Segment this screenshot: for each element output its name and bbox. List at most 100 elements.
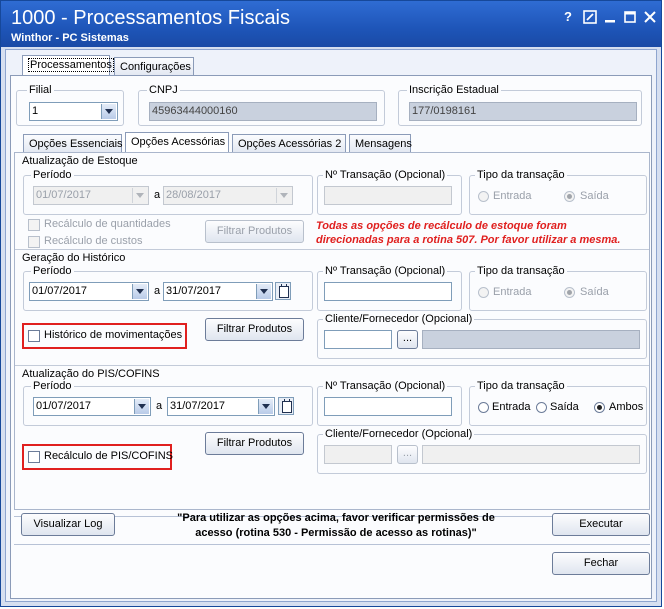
pis-cliente-name-field <box>422 445 640 464</box>
pis-periodo-label: Período <box>31 380 74 392</box>
estoque-note-line2: direcionadas para a rotina 507. Por favo… <box>316 234 621 246</box>
edit-icon[interactable] <box>581 8 599 26</box>
calendar-icon[interactable] <box>275 282 291 300</box>
estoque-periodo-label: Período <box>31 169 74 181</box>
fechar-button[interactable]: Fechar <box>552 552 650 575</box>
pis-entrada-radio[interactable] <box>478 402 489 413</box>
historico-filtrar-produtos-button[interactable]: Filtrar Produtos <box>205 318 304 341</box>
chevron-down-icon[interactable] <box>256 284 271 299</box>
estoque-section-title: Atualização de Estoque <box>22 155 138 167</box>
pis-ambos-radio[interactable] <box>594 402 605 413</box>
estoque-saida-radio <box>564 191 575 202</box>
historico-cliente-label: Cliente/Fornecedor (Opcional) <box>323 313 475 325</box>
tab-opcoes-acessorias[interactable]: Opções Acessórias <box>125 132 229 152</box>
pis-cliente-code-field <box>324 445 392 464</box>
pis-transacao-label: Nº Transação (Opcional) <box>323 380 448 392</box>
recalculo-pis-cofins-checkbox[interactable] <box>28 451 40 463</box>
visualizar-log-button[interactable]: Visualizar Log <box>21 513 115 536</box>
processamentos-panel: Filial 1 CNPJ 45963444000160 Inscrição E… <box>10 75 652 599</box>
filial-select[interactable]: 1 <box>29 102 118 121</box>
estoque-saida-label: Saída <box>580 190 609 202</box>
estoque-date-from-value: 01/07/2017 <box>36 189 92 201</box>
historico-entrada-label: Entrada <box>493 286 532 298</box>
chevron-down-icon[interactable] <box>258 399 273 414</box>
chevron-down-icon[interactable] <box>134 399 149 414</box>
historico-date-to[interactable]: 31/07/2017 <box>163 282 273 301</box>
tab-opcoes-essenciais[interactable]: Opções Essenciais <box>23 134 123 152</box>
pis-date-to[interactable]: 31/07/2017 <box>167 397 275 416</box>
historico-cliente-code-field[interactable] <box>324 330 392 349</box>
pis-transacao-field[interactable] <box>324 397 452 416</box>
pis-date-from-value: 01/07/2017 <box>36 400 92 412</box>
help-icon[interactable]: ? <box>559 8 577 26</box>
historico-movimentacoes-checkbox[interactable] <box>28 330 40 342</box>
historico-transacao-label: Nº Transação (Opcional) <box>323 265 448 277</box>
main-window: 1000 - Processamentos Fiscais Winthor - … <box>0 0 662 607</box>
window-title: 1000 - Processamentos Fiscais <box>11 7 291 29</box>
historico-tipo-label: Tipo da transação <box>475 265 567 277</box>
estoque-entrada-radio <box>478 191 489 202</box>
historico-saida-radio <box>564 287 575 298</box>
chevron-down-icon <box>276 188 291 203</box>
recalculo-quantidades-label: Recálculo de quantidades <box>44 218 171 230</box>
window-subtitle: Winthor - PC Sistemas <box>11 32 129 44</box>
close-icon[interactable] <box>641 8 659 26</box>
historico-date-from[interactable]: 01/07/2017 <box>29 282 149 301</box>
cnpj-field: 45963444000160 <box>149 102 377 121</box>
historico-date-from-value: 01/07/2017 <box>32 285 88 297</box>
pis-ambos-label[interactable]: Ambos <box>609 401 643 413</box>
pis-saida-radio[interactable] <box>536 402 547 413</box>
filial-value: 1 <box>32 105 39 117</box>
tab-processamentos[interactable]: Processamentos <box>22 55 114 75</box>
permission-message-line1: "Para utilizar as opções acima, favor ve… <box>177 512 495 524</box>
filial-label: Filial <box>27 84 54 96</box>
tab-mensagens[interactable]: Mensagens <box>349 134 412 152</box>
estoque-note-line1: Todas as opções de recálculo de estoque … <box>316 220 567 232</box>
pis-filtrar-produtos-button[interactable]: Filtrar Produtos <box>205 432 304 455</box>
historico-section-title: Geração do Histórico <box>22 252 126 264</box>
inscricao-label: Inscrição Estadual <box>407 84 501 96</box>
estoque-filtrar-produtos-button: Filtrar Produtos <box>205 220 304 243</box>
divider <box>15 365 649 366</box>
recalculo-custos-label: Recálculo de custos <box>44 235 143 247</box>
pis-cliente-label: Cliente/Fornecedor (Opcional) <box>323 428 475 440</box>
calendar-icon[interactable] <box>278 397 294 415</box>
recalculo-custos-checkbox <box>28 236 40 248</box>
title-bar: 1000 - Processamentos Fiscais Winthor - … <box>1 1 661 47</box>
estoque-date-to-value: 28/08/2017 <box>166 189 222 201</box>
recalculo-pis-cofins-label[interactable]: Recálculo de PIS/COFINS <box>44 450 173 462</box>
pis-cliente-search-button: ... <box>397 445 418 464</box>
historico-movimentacoes-label[interactable]: Histórico de movimentações <box>44 329 182 341</box>
maximize-icon[interactable] <box>621 8 639 26</box>
tab-opcoes-acessorias-2[interactable]: Opções Acessórias 2 <box>232 134 346 152</box>
pis-saida-label[interactable]: Saída <box>550 401 579 413</box>
estoque-transacao-label: Nº Transação (Opcional) <box>323 169 448 181</box>
historico-date-to-value: 31/07/2017 <box>166 285 222 297</box>
chevron-down-icon[interactable] <box>132 284 147 299</box>
estoque-tipo-label: Tipo da transação <box>475 169 567 181</box>
client-area: Processamentos Configurações Filial 1 CN… <box>5 49 657 602</box>
permission-message-line2: acesso (rotina 530 - Permissão de acesso… <box>195 527 477 539</box>
historico-cliente-name-field <box>422 330 640 349</box>
historico-transacao-field[interactable] <box>324 282 452 301</box>
pis-tipo-label: Tipo da transação <box>475 380 567 392</box>
minimize-icon[interactable] <box>601 8 619 26</box>
pis-entrada-label[interactable]: Entrada <box>492 401 531 413</box>
pis-section-title: Atualização do PIS/COFINS <box>22 368 160 380</box>
estoque-a-label: a <box>154 189 161 201</box>
executar-button[interactable]: Executar <box>552 513 650 536</box>
pis-date-from[interactable]: 01/07/2017 <box>33 397 151 416</box>
pis-a-label: a <box>156 400 163 412</box>
estoque-entrada-label: Entrada <box>493 190 532 202</box>
historico-cliente-search-button[interactable]: ... <box>397 330 418 349</box>
chevron-down-icon <box>132 188 147 203</box>
opcoes-acessorias-panel: Atualização de Estoque Período 01/07/201… <box>14 152 650 510</box>
chevron-down-icon[interactable] <box>101 104 116 119</box>
historico-a-label: a <box>154 285 161 297</box>
tab-configuracoes[interactable]: Configurações <box>114 57 194 75</box>
inscricao-field: 177/0198161 <box>409 102 637 121</box>
pis-date-to-value: 31/07/2017 <box>170 400 226 412</box>
estoque-date-to: 28/08/2017 <box>163 186 293 205</box>
divider <box>14 544 650 545</box>
divider <box>15 249 649 250</box>
